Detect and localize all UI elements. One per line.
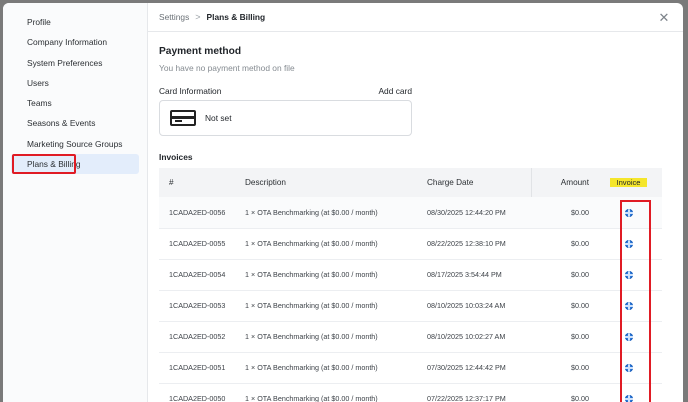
invoice-cell [595, 383, 662, 402]
sidebar-item-label: System Preferences [27, 57, 103, 68]
sidebar-item-label: Teams [27, 98, 52, 109]
col-header-invoice: Invoice [595, 168, 662, 197]
invoice-number: 1CADA2ED-0056 [169, 207, 226, 217]
sidebar-item-company-information[interactable]: Company Information [11, 32, 139, 52]
card-info-box: Not set [159, 100, 412, 136]
add-card-link[interactable]: Add card [378, 86, 412, 96]
col-header-amount: Amount [530, 168, 595, 197]
globe-icon[interactable] [624, 364, 633, 373]
breadcrumb-current: Plans & Billing [206, 12, 266, 22]
table-header-row: # Description Charge Date Amount Invoice [159, 168, 662, 197]
chevron-right-icon: > [195, 12, 201, 22]
invoice-cell [595, 259, 662, 290]
invoice-header-label: Invoice [610, 178, 647, 187]
table-row: 1CADA2ED-0050 1 × OTA Benchmarking (at $… [159, 383, 662, 402]
invoice-date: 08/22/2025 12:38:10 PM [427, 239, 506, 248]
invoice-description: 1 × OTA Benchmarking (at $0.00 / month) [245, 207, 378, 217]
invoice-description: 1 × OTA Benchmarking (at $0.00 / month) [245, 301, 378, 310]
sidebar-item-profile[interactable]: Profile [11, 12, 139, 32]
globe-icon[interactable] [624, 395, 633, 402]
payment-method-title: Payment method [159, 46, 242, 57]
globe-icon[interactable] [624, 302, 633, 311]
sidebar-item-plans-billing[interactable]: Plans & Billing [11, 154, 139, 175]
invoice-amount: $0.00 [571, 301, 589, 310]
invoices-title: Invoices [159, 152, 193, 162]
invoice-amount: $0.00 [571, 363, 589, 372]
invoice-cell [595, 290, 662, 321]
sidebar-item-label: Marketing Source Groups [27, 138, 123, 149]
table-row: 1CADA2ED-0056 1 × OTA Benchmarking (at $… [159, 197, 662, 228]
invoice-amount: $0.00 [571, 207, 589, 217]
invoice-cell [595, 228, 662, 259]
invoice-date: 08/10/2025 10:03:24 AM [427, 301, 506, 310]
card-info-label: Card Information [159, 86, 222, 96]
billing-content: Payment method You have no payment metho… [148, 32, 683, 402]
highlight-box [12, 154, 76, 175]
invoice-cell [595, 321, 662, 352]
breadcrumb-root[interactable]: Settings [159, 12, 189, 22]
globe-icon[interactable] [624, 271, 633, 280]
sidebar-item-seasons-events[interactable]: Seasons & Events [11, 113, 139, 133]
invoice-cell [595, 352, 662, 383]
invoice-description: 1 × OTA Benchmarking (at $0.00 / month) [245, 332, 378, 341]
content-scrollbar[interactable] [679, 32, 683, 402]
col-header-charge-date: Charge Date [427, 178, 474, 187]
invoice-number: 1CADA2ED-0055 [169, 239, 226, 248]
table-row: 1CADA2ED-0053 1 × OTA Benchmarking (at $… [159, 290, 662, 321]
invoice-description: 1 × OTA Benchmarking (at $0.00 / month) [245, 270, 378, 279]
col-header-num: # [169, 178, 174, 187]
table-row: 1CADA2ED-0052 1 × OTA Benchmarking (at $… [159, 321, 662, 352]
invoice-amount: $0.00 [571, 332, 589, 341]
invoice-description: 1 × OTA Benchmarking (at $0.00 / month) [245, 239, 378, 248]
table-row: 1CADA2ED-0054 1 × OTA Benchmarking (at $… [159, 259, 662, 290]
sidebar-item-users[interactable]: Users [11, 73, 139, 93]
globe-icon[interactable] [624, 208, 633, 217]
card-info-row: Card Information Add card [159, 86, 412, 96]
invoice-cell [595, 197, 662, 228]
main-panel: Settings > Plans & Billing ✕ Payment met… [148, 3, 683, 402]
sidebar-item-marketing-source-groups[interactable]: Marketing Source Groups [11, 134, 139, 154]
invoice-number: 1CADA2ED-0052 [169, 332, 226, 341]
invoice-date: 08/17/2025 3:54:44 PM [427, 270, 502, 279]
sidebar-item-label: Company Information [27, 37, 108, 48]
globe-icon[interactable] [624, 333, 633, 342]
sidebar-item-label: Users [27, 77, 49, 88]
credit-card-icon [170, 110, 196, 126]
payment-method-subtitle: You have no payment method on file [159, 63, 295, 73]
invoice-date: 08/30/2025 12:44:20 PM [427, 207, 506, 217]
invoice-date: 08/10/2025 10:02:27 AM [427, 332, 506, 341]
invoice-number: 1CADA2ED-0054 [169, 270, 226, 279]
invoice-description: 1 × OTA Benchmarking (at $0.00 / month) [245, 363, 378, 372]
settings-modal: Profile Company Information System Prefe… [3, 3, 683, 402]
globe-icon[interactable] [624, 240, 633, 249]
invoice-amount: $0.00 [571, 394, 589, 402]
invoice-date: 07/22/2025 12:37:17 PM [427, 394, 506, 402]
sidebar-item-label: Profile [27, 17, 51, 27]
invoice-date: 07/30/2025 12:44:42 PM [427, 363, 506, 372]
table-row: 1CADA2ED-0051 1 × OTA Benchmarking (at $… [159, 352, 662, 383]
invoices-table: # Description Charge Date Amount Invoice… [159, 168, 662, 402]
settings-sidebar: Profile Company Information System Prefe… [3, 3, 148, 402]
card-state: Not set [205, 113, 232, 123]
invoice-amount: $0.00 [571, 270, 589, 279]
col-header-description: Description [245, 178, 286, 187]
sidebar-item-label: Seasons & Events [27, 118, 96, 129]
invoice-description: 1 × OTA Benchmarking (at $0.00 / month) [245, 394, 378, 402]
invoice-amount: $0.00 [571, 239, 589, 248]
close-icon[interactable]: ✕ [658, 11, 670, 24]
invoice-number: 1CADA2ED-0050 [169, 394, 226, 402]
sidebar-item-teams[interactable]: Teams [11, 93, 139, 113]
breadcrumb: Settings > Plans & Billing [148, 3, 683, 32]
sidebar-item-system-preferences[interactable]: System Preferences [11, 53, 139, 73]
table-row: 1CADA2ED-0055 1 × OTA Benchmarking (at $… [159, 228, 662, 259]
invoice-number: 1CADA2ED-0053 [169, 301, 226, 310]
invoice-number: 1CADA2ED-0051 [169, 363, 226, 372]
